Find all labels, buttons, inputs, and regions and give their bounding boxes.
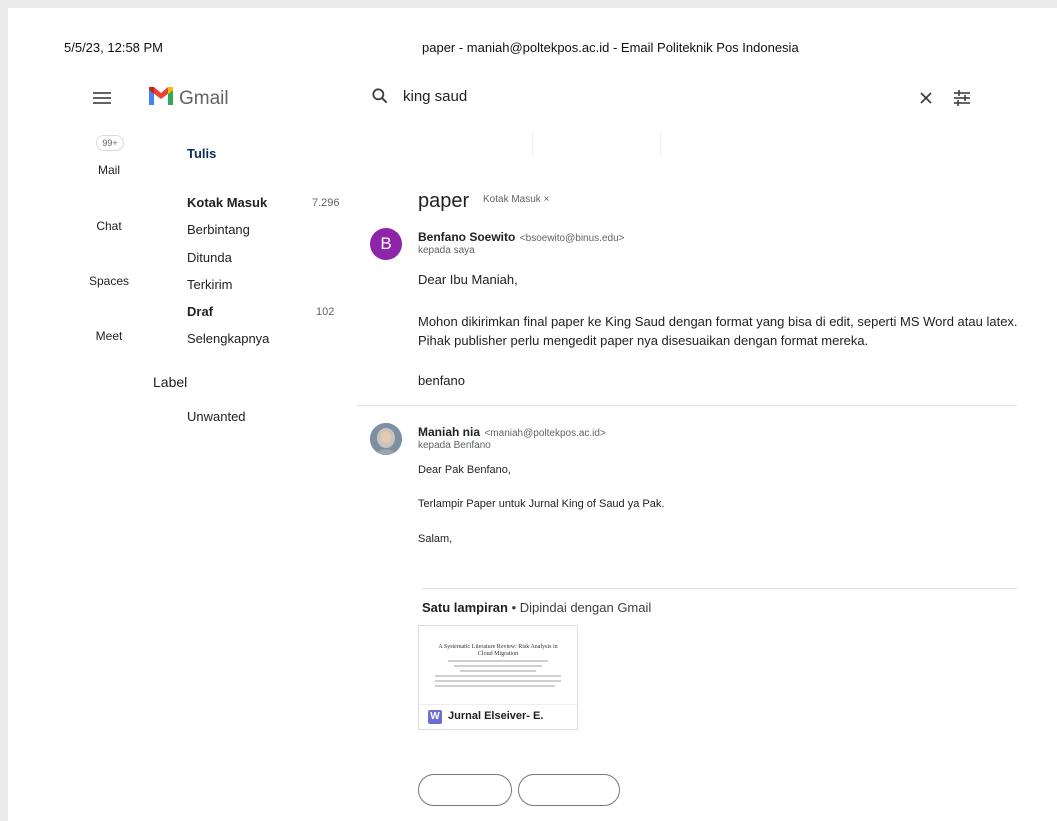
print-datetime: 5/5/23, 12:58 PM xyxy=(64,40,164,55)
recipient-line[interactable]: kepada saya xyxy=(418,245,475,256)
message-body-line: Mohon dikirimkan final paper ke King Sau… xyxy=(418,314,1018,329)
sender-name[interactable]: Maniah nia xyxy=(418,425,480,439)
close-icon[interactable] xyxy=(916,88,936,108)
label-chip-inbox[interactable]: Kotak Masuk × xyxy=(483,194,549,205)
attachment-card[interactable]: A Systematic Literature Review: Risk Ana… xyxy=(418,625,578,730)
search-input[interactable]: king saud xyxy=(403,88,467,105)
attachment-name: Jurnal Elseiver- E. xyxy=(448,710,544,722)
message-body-line: Dear Ibu Maniah, xyxy=(418,272,518,287)
sender-email: <bsoewito@binus.edu> xyxy=(519,233,625,244)
attachment-footer: W Jurnal Elseiver- E. xyxy=(419,704,577,729)
avatar[interactable]: B xyxy=(370,228,402,260)
word-file-icon: W xyxy=(428,710,442,724)
message-divider xyxy=(357,405,1017,406)
sender-email: <maniah@poltekpos.ac.id> xyxy=(484,428,606,439)
thread-subject: paper xyxy=(418,190,470,212)
nav-item-starred[interactable]: Berbintang xyxy=(187,222,250,237)
labels-heading: Label xyxy=(153,374,188,390)
drafts-count: 102 xyxy=(316,306,335,318)
print-page: 5/5/23, 12:58 PM paper - maniah@poltekpo… xyxy=(8,8,1057,821)
forward-button[interactable] xyxy=(518,774,620,806)
rail-item-mail[interactable]: Mail xyxy=(79,163,139,177)
inbox-count: 7.296 xyxy=(312,197,340,209)
avatar[interactable] xyxy=(370,423,402,455)
attachments-divider xyxy=(422,588,1017,589)
label-item-unwanted[interactable]: Unwanted xyxy=(187,409,246,424)
gmail-logo-icon[interactable] xyxy=(148,86,174,106)
message-body-line: Salam, xyxy=(418,533,453,545)
message-body-line: Pihak publisher perlu mengedit paper nya… xyxy=(418,333,869,348)
nav-item-drafts[interactable]: Draf xyxy=(187,304,213,319)
toolbar-divider xyxy=(660,132,661,156)
attachment-preview-text xyxy=(435,660,561,690)
nav-item-inbox[interactable]: Kotak Masuk xyxy=(187,195,267,210)
message-body-line: Terlampir Paper untuk Jurnal King of Sau… xyxy=(418,498,665,510)
reply-button[interactable] xyxy=(418,774,512,806)
message-sender-line: Benfano Soewito <bsoewito@binus.edu> xyxy=(418,228,624,246)
sender-name[interactable]: Benfano Soewito xyxy=(418,230,515,244)
attachment-preview-title: A Systematic Literature Review: Risk Ana… xyxy=(438,644,558,657)
rail-item-chat[interactable]: Chat xyxy=(79,219,139,233)
mail-unread-badge: 99+ xyxy=(96,135,124,151)
message-sender-line: Maniah nia <maniah@poltekpos.ac.id> xyxy=(418,423,606,441)
attachments-heading: Satu lampiran • Dipindai dengan Gmail xyxy=(422,600,651,615)
attachments-count: Satu lampiran xyxy=(422,600,508,615)
nav-item-more[interactable]: Selengkapnya xyxy=(187,331,269,346)
message-body-line: Dear Pak Benfano, xyxy=(418,464,511,476)
toolbar-divider xyxy=(532,132,533,156)
search-icon[interactable] xyxy=(370,86,390,106)
attachments-scan-note: • Dipindai dengan Gmail xyxy=(507,600,652,615)
nav-item-sent[interactable]: Terkirim xyxy=(187,277,233,292)
profile-photo-icon xyxy=(370,423,402,455)
rail-item-meet[interactable]: Meet xyxy=(79,329,139,343)
print-page-title: paper - maniah@poltekpos.ac.id - Email P… xyxy=(422,40,799,55)
message-body-line: benfano xyxy=(418,373,465,388)
hamburger-menu-icon[interactable] xyxy=(90,86,114,110)
tune-icon[interactable] xyxy=(951,87,973,109)
rail-item-spaces[interactable]: Spaces xyxy=(79,274,139,288)
compose-button[interactable]: Tulis xyxy=(187,146,216,161)
nav-item-snoozed[interactable]: Ditunda xyxy=(187,250,232,265)
recipient-line[interactable]: kepada Benfano xyxy=(418,440,491,451)
gmail-wordmark: Gmail xyxy=(179,88,229,109)
